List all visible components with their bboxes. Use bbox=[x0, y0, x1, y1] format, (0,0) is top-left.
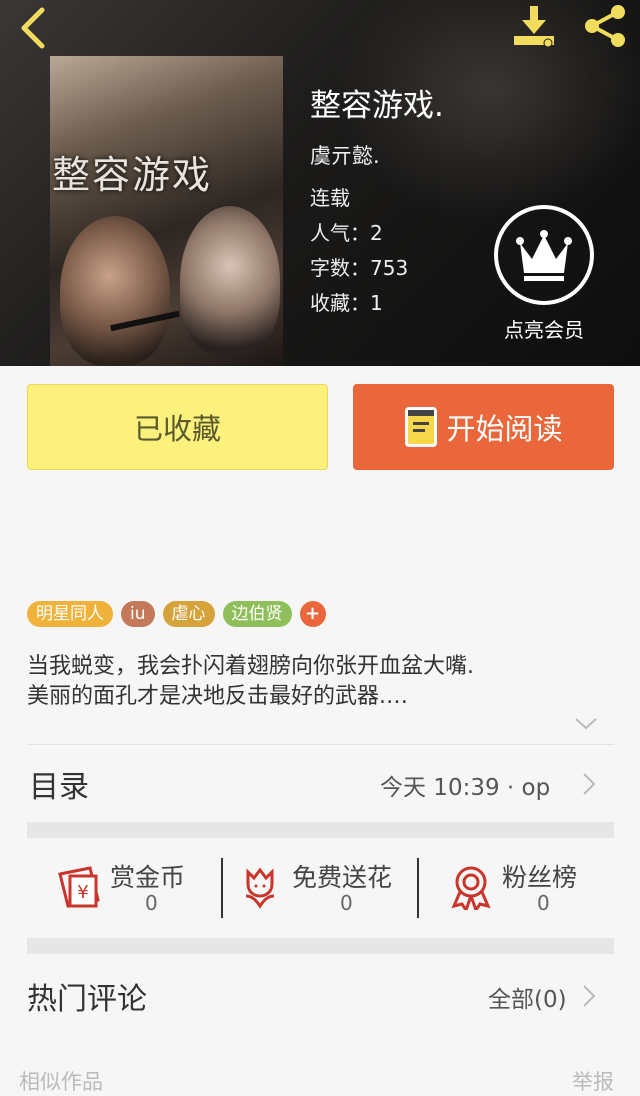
flower-value: 0 bbox=[340, 891, 353, 915]
book-title: 整容游戏. bbox=[310, 88, 444, 124]
vip-button[interactable] bbox=[494, 205, 594, 305]
award-ribbon-icon bbox=[451, 866, 491, 910]
book-popularity: 人气：2 bbox=[310, 221, 383, 245]
toc-latest-update: 今天 10:39 · op bbox=[380, 775, 551, 801]
collected-label: 已收藏 bbox=[133, 412, 221, 446]
cover-figure-right bbox=[180, 206, 280, 356]
reward-label: 赏金币 bbox=[110, 863, 186, 892]
book-favorites: 收藏：1 bbox=[310, 291, 383, 315]
stat-divider bbox=[221, 858, 223, 918]
flower-icon bbox=[245, 867, 275, 909]
section-separator bbox=[27, 938, 614, 954]
tag-item[interactable]: iu bbox=[121, 601, 155, 627]
cover-title-text: 整容游戏 bbox=[52, 153, 213, 197]
book-icon bbox=[405, 407, 438, 447]
stat-divider bbox=[417, 858, 419, 918]
vip-label[interactable]: 点亮会员 bbox=[498, 314, 590, 343]
book-hero-header: 整容游戏 整容游戏. 虞亓懿. 连载 人气：2 字数：753 收藏：1 点亮会员 bbox=[0, 0, 640, 366]
fans-label: 粉丝榜 bbox=[502, 863, 578, 892]
book-status: 连载 bbox=[310, 186, 350, 210]
chevron-right-icon bbox=[583, 773, 596, 795]
add-tag-button[interactable]: + bbox=[299, 601, 326, 627]
toc-label: 目录 bbox=[29, 770, 89, 805]
hot-comments-title: 热门评论 bbox=[27, 982, 147, 1017]
reward-value: 0 bbox=[145, 891, 158, 915]
book-cover-image[interactable]: 整容游戏 bbox=[50, 56, 283, 366]
report-link[interactable]: 举报 bbox=[572, 1066, 614, 1096]
tag-list: 明星同人 iu 虐心 边伯贤 + bbox=[27, 601, 326, 627]
all-comments-link[interactable]: 全部(0) bbox=[488, 980, 567, 1014]
section-separator bbox=[27, 822, 614, 838]
fans-value: 0 bbox=[537, 891, 550, 915]
description-line: 当我蜕变，我会扑闪着翅膀向你张开血盆大嘴. bbox=[27, 654, 474, 679]
similar-works-label: 相似作品 bbox=[19, 1070, 103, 1094]
svg-text:¥: ¥ bbox=[77, 882, 88, 903]
cover-figure-left bbox=[60, 216, 170, 366]
book-author[interactable]: 虞亓懿. bbox=[310, 140, 380, 170]
collected-button[interactable]: 已收藏 bbox=[27, 384, 328, 470]
red-envelope-icon: ¥ bbox=[58, 866, 100, 908]
start-reading-label: 开始阅读 bbox=[446, 412, 563, 446]
share-icon bbox=[585, 5, 625, 47]
description-line: 美丽的面孔才是决地反击最好的武器.… bbox=[27, 684, 408, 709]
back-button[interactable] bbox=[14, 6, 54, 50]
chevron-left-icon bbox=[21, 7, 45, 49]
tag-item[interactable]: 虐心 bbox=[162, 601, 215, 627]
chevron-right-icon bbox=[583, 985, 596, 1007]
crown-icon bbox=[516, 230, 572, 281]
book-word-count: 字数：753 bbox=[310, 256, 409, 280]
tag-item[interactable]: 边伯贤 bbox=[222, 601, 292, 627]
tag-item[interactable]: 明星同人 bbox=[27, 601, 113, 627]
download-button[interactable] bbox=[510, 4, 558, 48]
start-reading-button[interactable]: 开始阅读 bbox=[353, 384, 614, 470]
download-icon bbox=[514, 6, 554, 48]
share-button[interactable] bbox=[580, 4, 630, 48]
book-description[interactable]: 当我蜕变，我会扑闪着翅膀向你张开血盆大嘴. 美丽的面孔才是决地反击最好的武器.… bbox=[27, 652, 607, 712]
divider bbox=[27, 744, 614, 745]
chevron-down-icon[interactable] bbox=[574, 716, 598, 732]
flower-label: 免费送花 bbox=[292, 863, 393, 892]
